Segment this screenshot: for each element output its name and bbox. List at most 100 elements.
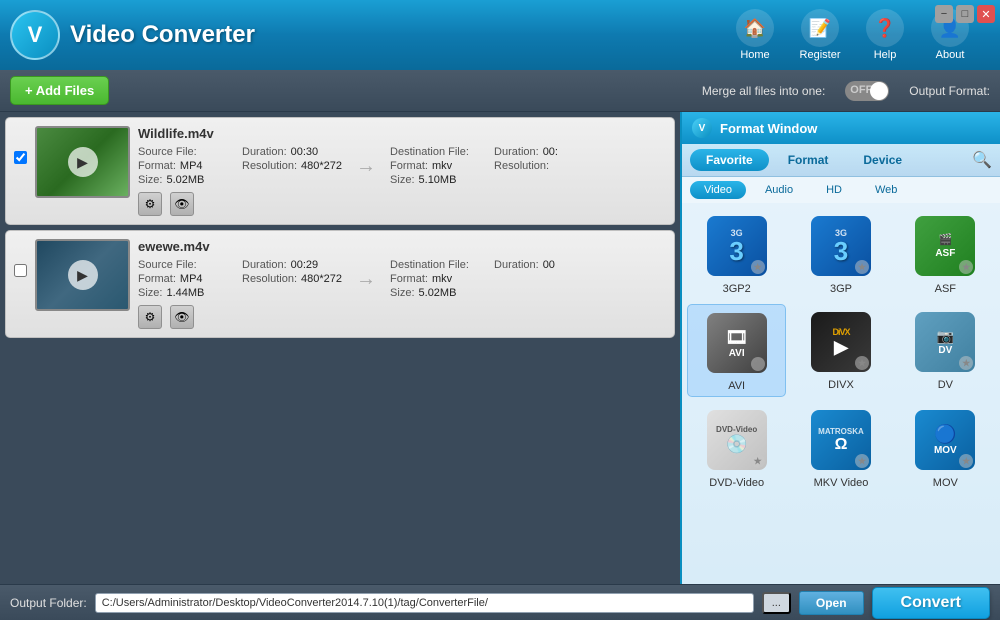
format-icon-3gp: 3G 3 ★: [807, 212, 875, 280]
format-icon-3gp2: 3G 3 ★: [703, 212, 771, 280]
settings-button-1[interactable]: ⚙: [138, 192, 162, 216]
format-icon-divx: DiVX ▶ ★: [807, 308, 875, 376]
play-icon-2: ▶: [68, 260, 98, 290]
app-logo: V: [10, 10, 60, 60]
format-item-mkv[interactable]: MATROSKA Ω ★ MKV Video: [791, 402, 890, 493]
maximize-button[interactable]: □: [956, 5, 974, 23]
star-icon: ★: [751, 260, 765, 274]
add-files-button[interactable]: + Add Files: [10, 76, 109, 105]
star-icon: ★: [959, 356, 973, 370]
file-item: ▶ Wildlife.m4v Source File: Format: MP4 …: [5, 117, 675, 225]
format-icon-mov: 🔵 MOV ★: [911, 406, 979, 474]
star-icon: ★: [855, 356, 869, 370]
format-grid: 3G 3 ★ 3GP2 3G 3 ★: [687, 208, 995, 493]
nav-help[interactable]: ❓ Help: [855, 9, 915, 61]
format-icon-dv: 📷 DV ★: [911, 308, 979, 376]
format-item-dvd[interactable]: DVD-Video 💿 ★ DVD-Video: [687, 402, 786, 493]
format-label-divx: DIVX: [828, 379, 854, 391]
file-item-2: ▶ ewewe.m4v Source File: Format: MP4 Siz…: [5, 230, 675, 338]
format-item-mov[interactable]: 🔵 MOV ★ MOV: [896, 402, 995, 493]
toggle-track[interactable]: OFF: [845, 81, 889, 101]
format-label-asf: ASF: [935, 283, 956, 295]
format-label-3gp2: 3GP2: [723, 283, 751, 295]
subtab-web[interactable]: Web: [861, 181, 911, 199]
format-icon-asf: 🎬 ASF ★: [911, 212, 979, 280]
preview-button-2[interactable]: 👁: [170, 305, 194, 329]
file-name-1: Wildlife.m4v: [138, 126, 666, 141]
merge-toggle[interactable]: OFF: [845, 81, 889, 101]
register-icon: 📝: [801, 9, 839, 47]
browse-button[interactable]: ...: [762, 592, 791, 614]
format-icon-mkv: MATROSKA Ω ★: [807, 406, 875, 474]
format-label-3gp: 3GP: [830, 283, 852, 295]
subtab-video[interactable]: Video: [690, 181, 746, 199]
format-label-avi: AVI: [728, 380, 745, 392]
status-bar: Output Folder: ... Open Convert: [0, 584, 1000, 620]
main-content: ▶ Wildlife.m4v Source File: Format: MP4 …: [0, 112, 1000, 584]
toggle-knob: [870, 82, 888, 100]
tab-favorite[interactable]: Favorite: [690, 149, 769, 171]
file-actions-1: ⚙ 👁: [138, 192, 666, 216]
output-folder-label: Output Folder:: [10, 596, 87, 610]
format-tabs: Favorite Format Device 🔍: [682, 144, 1000, 177]
star-icon: ★: [959, 454, 973, 468]
format-label-dv: DV: [938, 379, 953, 391]
output-format-label: Output Format:: [909, 84, 990, 98]
tab-device[interactable]: Device: [847, 149, 918, 171]
file-details-1: Source File: Format: MP4 Size: 5.02MB Du…: [138, 146, 666, 186]
star-icon: ★: [855, 454, 869, 468]
file-thumbnail-1: ▶: [35, 126, 130, 198]
star-icon: ★: [959, 260, 973, 274]
nav-register[interactable]: 📝 Register: [790, 9, 850, 61]
star-icon: ★: [751, 454, 765, 468]
format-label-mkv: MKV Video: [814, 477, 869, 489]
minimize-button[interactable]: −: [935, 5, 953, 23]
file-list: ▶ Wildlife.m4v Source File: Format: MP4 …: [0, 112, 680, 584]
file-details-2: Source File: Format: MP4 Size: 1.44MB Du…: [138, 259, 666, 299]
merge-label: Merge all files into one:: [702, 84, 825, 98]
subtab-hd[interactable]: HD: [812, 181, 856, 199]
subtab-audio[interactable]: Audio: [751, 181, 807, 199]
format-subtabs: Video Audio HD Web: [682, 177, 1000, 203]
format-item-asf[interactable]: 🎬 ASF ★ ASF: [896, 208, 995, 299]
output-path-input[interactable]: [95, 593, 754, 613]
window-controls: − □ ✕: [935, 5, 995, 23]
format-grid-container: 3G 3 ★ 3GP2 3G 3 ★: [682, 203, 1000, 584]
toolbar: + Add Files Merge all files into one: OF…: [0, 70, 1000, 112]
format-title-bar: V Format Window: [682, 112, 1000, 144]
file-actions-2: ⚙ 👁: [138, 305, 666, 329]
format-item-3gp[interactable]: 3G 3 ★ 3GP: [791, 208, 890, 299]
title-bar: V Video Converter 🏠 Home 📝 Register ❓ He…: [0, 0, 1000, 70]
format-label-dvd: DVD-Video: [709, 477, 764, 489]
search-icon[interactable]: 🔍: [972, 150, 992, 170]
preview-button-1[interactable]: 👁: [170, 192, 194, 216]
file-checkbox-2[interactable]: [14, 264, 27, 277]
settings-button-2[interactable]: ⚙: [138, 305, 162, 329]
file-info-1: Wildlife.m4v Source File: Format: MP4 Si…: [138, 126, 666, 216]
help-icon: ❓: [866, 9, 904, 47]
format-logo: V: [692, 118, 712, 138]
star-icon: ★: [751, 357, 765, 371]
nav-home[interactable]: 🏠 Home: [725, 9, 785, 61]
app-title: Video Converter: [70, 21, 725, 49]
format-item-avi[interactable]: 🎞 AVI ★ AVI: [687, 304, 786, 397]
format-title: Format Window: [720, 121, 817, 136]
close-button[interactable]: ✕: [977, 5, 995, 23]
open-button[interactable]: Open: [799, 591, 864, 615]
arrow-icon-1: →: [356, 155, 376, 178]
file-name-2: ewewe.m4v: [138, 239, 666, 254]
tab-format[interactable]: Format: [772, 149, 845, 171]
format-window: V Format Window Favorite Format Device 🔍…: [680, 112, 1000, 584]
file-info-2: ewewe.m4v Source File: Format: MP4 Size:…: [138, 239, 666, 329]
format-label-mov: MOV: [933, 477, 958, 489]
file-checkbox-1[interactable]: [14, 151, 27, 164]
home-icon: 🏠: [736, 9, 774, 47]
file-thumbnail-2: ▶: [35, 239, 130, 311]
format-item-3gp2[interactable]: 3G 3 ★ 3GP2: [687, 208, 786, 299]
format-item-dv[interactable]: 📷 DV ★ DV: [896, 304, 995, 397]
format-item-divx[interactable]: DiVX ▶ ★ DIVX: [791, 304, 890, 397]
convert-button[interactable]: Convert: [872, 587, 990, 619]
format-icon-dvd: DVD-Video 💿 ★: [703, 406, 771, 474]
arrow-icon-2: →: [356, 268, 376, 291]
play-icon-1: ▶: [68, 147, 98, 177]
